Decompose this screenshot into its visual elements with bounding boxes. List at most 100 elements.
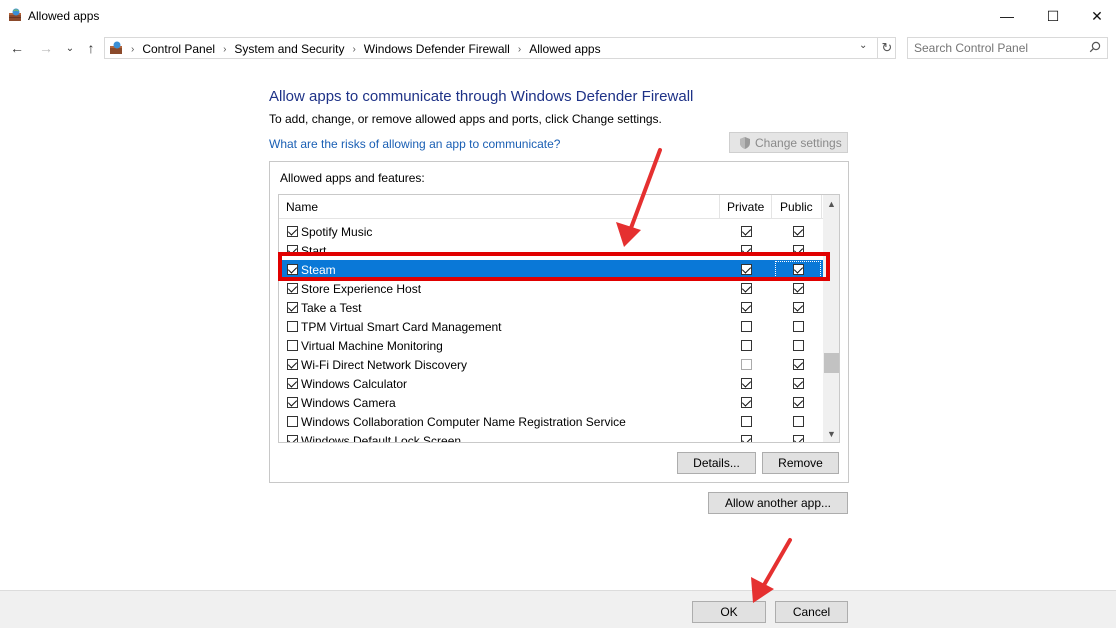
- column-header-private[interactable]: Private: [727, 200, 764, 214]
- public-checkbox[interactable]: [793, 435, 804, 442]
- app-name: Windows Camera: [301, 396, 396, 410]
- back-button[interactable]: ←: [7, 38, 27, 58]
- list-item[interactable]: Windows Calculator: [279, 374, 823, 393]
- chevron-right-icon[interactable]: ›: [352, 44, 355, 55]
- public-checkbox[interactable]: [793, 378, 804, 389]
- search-icon: [1089, 41, 1101, 53]
- allow-another-app-button[interactable]: Allow another app...: [708, 492, 848, 514]
- remove-button[interactable]: Remove: [762, 452, 839, 474]
- annotation-highlight-box: [278, 252, 830, 281]
- public-checkbox[interactable]: [793, 226, 804, 237]
- cancel-button[interactable]: Cancel: [775, 601, 848, 623]
- address-bar[interactable]: › Control Panel › System and Security › …: [104, 37, 896, 59]
- public-checkbox[interactable]: [793, 283, 804, 294]
- list-item[interactable]: Store Experience Host: [279, 279, 823, 298]
- list-item[interactable]: Windows Default Lock Screen: [279, 431, 823, 443]
- app-enabled-checkbox[interactable]: [287, 397, 298, 408]
- private-checkbox[interactable]: [741, 416, 752, 427]
- footer-bar: [0, 590, 1116, 628]
- private-checkbox[interactable]: [741, 340, 752, 351]
- private-checkbox[interactable]: [741, 435, 752, 442]
- breadcrumb-allowed-apps[interactable]: Allowed apps: [529, 42, 600, 56]
- control-panel-icon: [110, 41, 122, 54]
- list-item[interactable]: Take a Test: [279, 298, 823, 317]
- app-name: Windows Default Lock Screen: [301, 434, 462, 443]
- list-item[interactable]: Windows Camera: [279, 393, 823, 412]
- public-checkbox[interactable]: [793, 416, 804, 427]
- firewall-app-icon: [9, 8, 21, 21]
- app-name: Spotify Music: [301, 225, 373, 239]
- breadcrumb-system-security[interactable]: System and Security: [234, 42, 344, 56]
- app-enabled-checkbox[interactable]: [287, 340, 298, 351]
- list-item[interactable]: Windows Collaboration Computer Name Regi…: [279, 412, 823, 431]
- window-title: Allowed apps: [28, 9, 100, 23]
- chevron-right-icon: ›: [131, 43, 135, 55]
- shield-icon: [740, 136, 750, 149]
- breadcrumb-control-panel[interactable]: Control Panel: [142, 42, 215, 56]
- search-input[interactable]: [914, 41, 1084, 55]
- public-checkbox[interactable]: [793, 321, 804, 332]
- list-item[interactable]: Wi-Fi Direct Network Discovery: [279, 355, 823, 374]
- address-dropdown-icon[interactable]: ⌄: [859, 40, 867, 51]
- app-name: Wi-Fi Direct Network Discovery: [301, 358, 468, 372]
- app-enabled-checkbox[interactable]: [287, 416, 298, 427]
- change-settings-button[interactable]: Change settings: [729, 132, 848, 153]
- app-name: Take a Test: [301, 301, 362, 315]
- forward-button[interactable]: →: [36, 38, 56, 58]
- title-bar: Allowed apps — ☐ ✕: [0, 0, 1116, 32]
- app-name: TPM Virtual Smart Card Management: [301, 320, 502, 334]
- list-item[interactable]: Spotify Music: [279, 222, 823, 241]
- private-checkbox[interactable]: [741, 359, 752, 370]
- instructions-text: To add, change, or remove allowed apps a…: [269, 112, 662, 126]
- app-name: Virtual Machine Monitoring: [301, 339, 443, 353]
- page-title: Allow apps to communicate through Window…: [269, 88, 694, 105]
- private-checkbox[interactable]: [741, 321, 752, 332]
- group-label: Allowed apps and features:: [280, 171, 425, 185]
- vertical-scrollbar[interactable]: ▲ ▼: [823, 195, 839, 442]
- app-enabled-checkbox[interactable]: [287, 435, 298, 442]
- app-enabled-checkbox[interactable]: [287, 226, 298, 237]
- app-enabled-checkbox[interactable]: [287, 302, 298, 313]
- search-box[interactable]: [907, 37, 1108, 59]
- app-enabled-checkbox[interactable]: [287, 378, 298, 389]
- recent-locations-button[interactable]: ⌄: [60, 38, 80, 58]
- public-checkbox[interactable]: [793, 340, 804, 351]
- column-header-name[interactable]: Name: [286, 200, 318, 214]
- public-checkbox[interactable]: [793, 302, 804, 313]
- private-checkbox[interactable]: [741, 283, 752, 294]
- app-enabled-checkbox[interactable]: [287, 283, 298, 294]
- app-name: Store Experience Host: [301, 282, 422, 296]
- chevron-right-icon[interactable]: ›: [223, 44, 226, 55]
- breadcrumb-firewall[interactable]: Windows Defender Firewall: [364, 42, 510, 56]
- scroll-thumb[interactable]: [824, 353, 839, 373]
- details-button[interactable]: Details...: [677, 452, 756, 474]
- apps-list[interactable]: Name Private Public Spotify Music Start St…: [278, 194, 840, 443]
- change-settings-label: Change settings: [755, 135, 842, 150]
- private-checkbox[interactable]: [741, 226, 752, 237]
- private-checkbox[interactable]: [741, 302, 752, 313]
- public-checkbox[interactable]: [793, 397, 804, 408]
- scroll-up-icon[interactable]: ▲: [823, 195, 839, 212]
- refresh-button[interactable]: ↻: [877, 37, 896, 59]
- app-name: Windows Collaboration Computer Name Regi…: [301, 415, 626, 429]
- ok-button[interactable]: OK: [692, 601, 766, 623]
- list-header: Name Private Public: [279, 195, 823, 219]
- navigation-bar: ← → ⌄ ↑ › Control Panel › System and Sec…: [0, 34, 1116, 62]
- column-header-public[interactable]: Public: [780, 200, 813, 214]
- app-enabled-checkbox[interactable]: [287, 359, 298, 370]
- minimize-button[interactable]: —: [984, 0, 1030, 32]
- maximize-button[interactable]: ☐: [1030, 0, 1076, 32]
- chevron-right-icon[interactable]: ›: [518, 44, 521, 55]
- risks-link[interactable]: What are the risks of allowing an app to…: [269, 137, 560, 151]
- list-item[interactable]: TPM Virtual Smart Card Management: [279, 317, 823, 336]
- private-checkbox[interactable]: [741, 378, 752, 389]
- breadcrumb: › Control Panel › System and Security › …: [131, 42, 601, 56]
- app-name: Windows Calculator: [301, 377, 408, 391]
- close-button[interactable]: ✕: [1074, 0, 1116, 32]
- scroll-down-icon[interactable]: ▼: [823, 425, 839, 442]
- private-checkbox[interactable]: [741, 397, 752, 408]
- app-enabled-checkbox[interactable]: [287, 321, 298, 332]
- public-checkbox[interactable]: [793, 359, 804, 370]
- list-item[interactable]: Virtual Machine Monitoring: [279, 336, 823, 355]
- up-button[interactable]: ↑: [81, 38, 101, 58]
